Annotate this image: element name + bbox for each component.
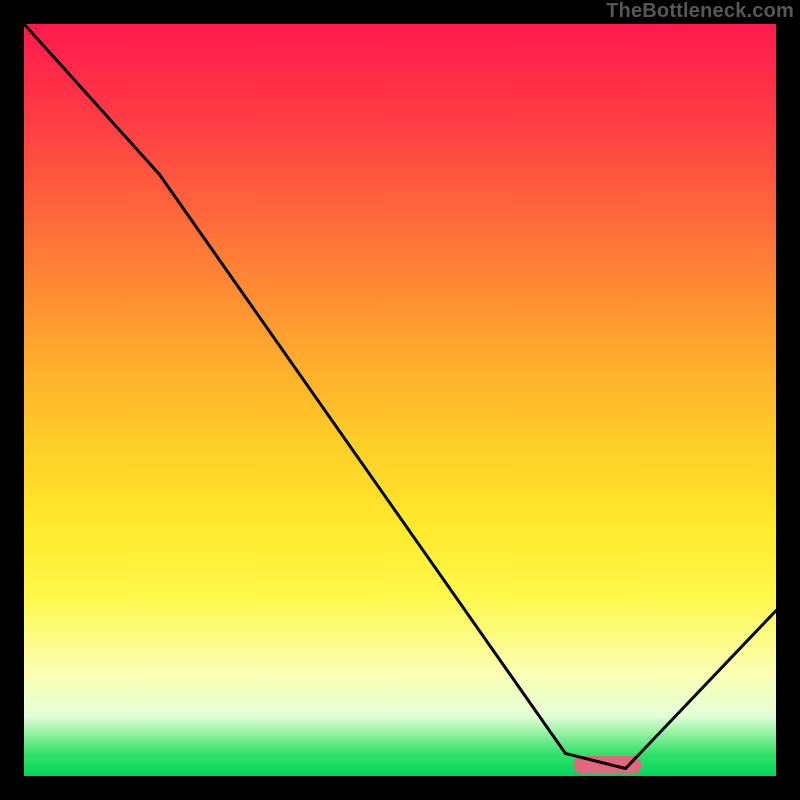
watermark-text: TheBottleneck.com bbox=[606, 0, 794, 23]
bottleneck-curve bbox=[24, 24, 776, 776]
plot-area bbox=[24, 24, 776, 776]
chart-frame: TheBottleneck.com bbox=[0, 0, 800, 800]
